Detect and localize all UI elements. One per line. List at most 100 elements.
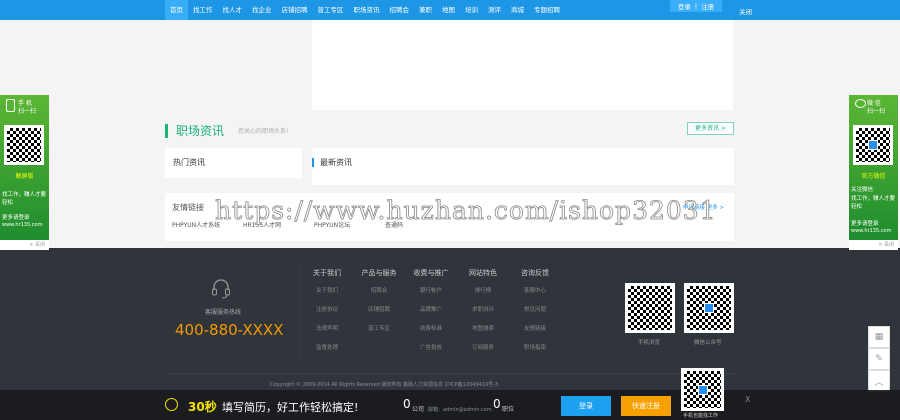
slogan: 填写简历，好工作轻松搞定! xyxy=(222,401,359,414)
column-title: 咨询反馈 xyxy=(521,269,549,277)
nav-map[interactable]: 地图 xyxy=(437,0,460,20)
close-bar-button[interactable]: X xyxy=(745,395,750,404)
column-title: 网站特色 xyxy=(469,269,497,277)
float-url[interactable]: www.hr135.com xyxy=(851,228,891,234)
latest-news-panel: 最新资讯 xyxy=(312,148,734,185)
column-title: 收费与推广 xyxy=(413,269,449,277)
footer-link[interactable]: 广告投放 xyxy=(405,343,457,351)
footer-link[interactable]: 收费标准 xyxy=(405,324,457,332)
bottom-login-button[interactable]: 登录 xyxy=(561,396,611,416)
nav-find-job[interactable]: 找工作 xyxy=(188,0,218,20)
nav-mall[interactable]: 商城 xyxy=(506,0,529,20)
main-nav: 首页 找工作 找人才 找企业 店铺招聘 普工专区 职场资讯 招聘会 兼职 地图 … xyxy=(165,0,565,20)
footer-link[interactable]: 关于我们 xyxy=(301,286,353,294)
nav-special[interactable]: 专题招聘 xyxy=(529,0,565,20)
qr-side-button[interactable]: ▦ xyxy=(868,326,890,348)
float-close-button[interactable]: × 关闭 xyxy=(0,240,49,250)
nav-training[interactable]: 培训 xyxy=(460,0,483,20)
register-link[interactable]: 注册 xyxy=(701,1,714,11)
float-head: 微 信 xyxy=(867,100,881,107)
title-accent-bar xyxy=(165,123,168,138)
more-news-button[interactable]: 更多资讯 > xyxy=(687,122,734,135)
hotline-label: 客服服务热线 xyxy=(205,309,242,316)
nav-job-fair[interactable]: 招聘会 xyxy=(385,0,415,20)
nav-find-talent[interactable]: 找人才 xyxy=(218,0,248,20)
wechat-qr-code xyxy=(684,283,734,333)
nav-news[interactable]: 职场资讯 xyxy=(349,0,385,20)
footer-link[interactable]: 友情链接 xyxy=(509,324,561,332)
bottom-register-bar xyxy=(0,390,900,420)
float-head: 扫一扫 xyxy=(18,108,37,115)
nav-store-jobs[interactable]: 店铺招聘 xyxy=(277,0,313,20)
footer-link-columns: 关于我们 关于我们 注册协议 法律声明 监督处理 产品与服务 招聘会 店铺招聘 普工专区 … xyxy=(300,268,561,362)
headset-icon xyxy=(212,279,230,299)
footer-link[interactable]: 普工专区 xyxy=(353,324,405,332)
nav-assessment[interactable]: 测评 xyxy=(483,0,506,20)
hot-news-panel: 热门资讯 xyxy=(165,148,302,178)
float-url[interactable]: www.hr135.com xyxy=(2,222,42,228)
job-label: 职位 xyxy=(502,406,515,413)
mobile-qr-code xyxy=(625,283,675,333)
footer-link[interactable]: 银行帐户 xyxy=(405,286,457,294)
qr-label: 手机浏览 xyxy=(638,340,661,346)
footer-link[interactable]: 排行榜 xyxy=(457,286,509,294)
left-float-ad: 手 机扫一扫 触屏版 找工作，赚人才要轻松 更多请登录 www.hr135.co… xyxy=(0,95,49,250)
close-link[interactable]: 关闭 xyxy=(739,6,752,16)
back-to-top-button[interactable]: ︿ xyxy=(868,370,890,392)
login-link[interactable]: 登录 xyxy=(678,1,691,11)
float-text: 找工作，赚人才要轻松 xyxy=(851,196,896,210)
content-panel xyxy=(312,20,733,110)
float-head: 手 机 xyxy=(18,100,32,107)
footer-link[interactable]: 地图搜索 xyxy=(457,324,509,332)
qr-label: 手机也能找工作 xyxy=(683,413,719,419)
section-subtitle: 您关心的职场头条! xyxy=(238,128,289,135)
float-more: 更多请登录 xyxy=(851,221,879,227)
qr-label: 微信公众号 xyxy=(694,340,722,346)
friend-link[interactable]: PHPYUN人才系统 xyxy=(172,220,243,229)
footer-link[interactable]: 职场指南 xyxy=(509,343,561,351)
company-label: 公司 xyxy=(412,406,425,413)
friend-link[interactable]: HR135人才网 xyxy=(243,220,314,229)
footer-link[interactable]: 注册协议 xyxy=(301,305,353,313)
float-text: 关注微信 xyxy=(851,187,874,193)
contact-email: 邮箱：admin@admin.com xyxy=(428,407,492,413)
app-qr-code xyxy=(681,368,724,411)
phone-icon xyxy=(6,99,15,112)
friend-links-panel: 友情链接 申请链接 更多 > PHPYUN人才系统 HR135人才网 PHPYU… xyxy=(165,193,734,241)
seconds-highlight: 30秒 xyxy=(188,400,217,414)
top-nav-bar: 首页 找工作 找人才 找企业 店铺招聘 普工专区 职场资讯 招聘会 兼职 地图 … xyxy=(0,0,900,20)
float-more: 更多请登录 xyxy=(2,215,30,221)
footer-link[interactable]: 监督处理 xyxy=(301,343,353,351)
news-section-header: 职场资讯 您关心的职场头条! xyxy=(165,122,288,139)
footer-link[interactable]: 客服中心 xyxy=(509,286,561,294)
float-tag: 触屏版 xyxy=(15,173,34,180)
float-head: 扫一扫 xyxy=(867,108,886,115)
footer-link[interactable]: 招聘会 xyxy=(353,286,405,294)
float-qr-code xyxy=(853,125,893,165)
float-tag: 官方微信 xyxy=(861,173,886,180)
footer-link[interactable]: 求职测评 xyxy=(457,305,509,313)
feedback-side-button[interactable]: ✎ xyxy=(868,348,890,370)
friend-links-title: 友情链接 xyxy=(172,203,204,212)
section-title: 职场资讯 xyxy=(176,124,225,138)
right-float-ad: 微 信扫一扫 官方微信 关注微信 找工作，赚人才要轻松 更多请登录 www.hr… xyxy=(849,95,898,250)
nav-home[interactable]: 首页 xyxy=(165,0,188,20)
nav-find-company[interactable]: 找企业 xyxy=(247,0,277,20)
nav-general-labor[interactable]: 普工专区 xyxy=(313,0,349,20)
quick-register-button[interactable]: 快速注册 xyxy=(621,396,671,416)
column-title: 关于我们 xyxy=(313,269,341,277)
footer-link[interactable]: 订阅服务 xyxy=(457,343,509,351)
friend-link[interactable]: PHPYUN论坛 xyxy=(314,220,385,229)
friend-link[interactable]: 查通码 xyxy=(385,220,456,229)
column-title: 产品与服务 xyxy=(361,269,397,277)
job-count: 0 xyxy=(493,397,501,411)
apply-link-more[interactable]: 申请链接 更多 > xyxy=(683,203,724,211)
footer-link[interactable]: 法律声明 xyxy=(301,324,353,332)
company-count: 0 xyxy=(403,397,411,411)
footer-link[interactable]: 品牌推广 xyxy=(405,305,457,313)
footer-link[interactable]: 常见问题 xyxy=(509,305,561,313)
clock-icon xyxy=(165,398,178,411)
float-close-button[interactable]: × 关闭 xyxy=(849,240,898,250)
footer-link[interactable]: 店铺招聘 xyxy=(353,305,405,313)
nav-part-time[interactable]: 兼职 xyxy=(414,0,437,20)
